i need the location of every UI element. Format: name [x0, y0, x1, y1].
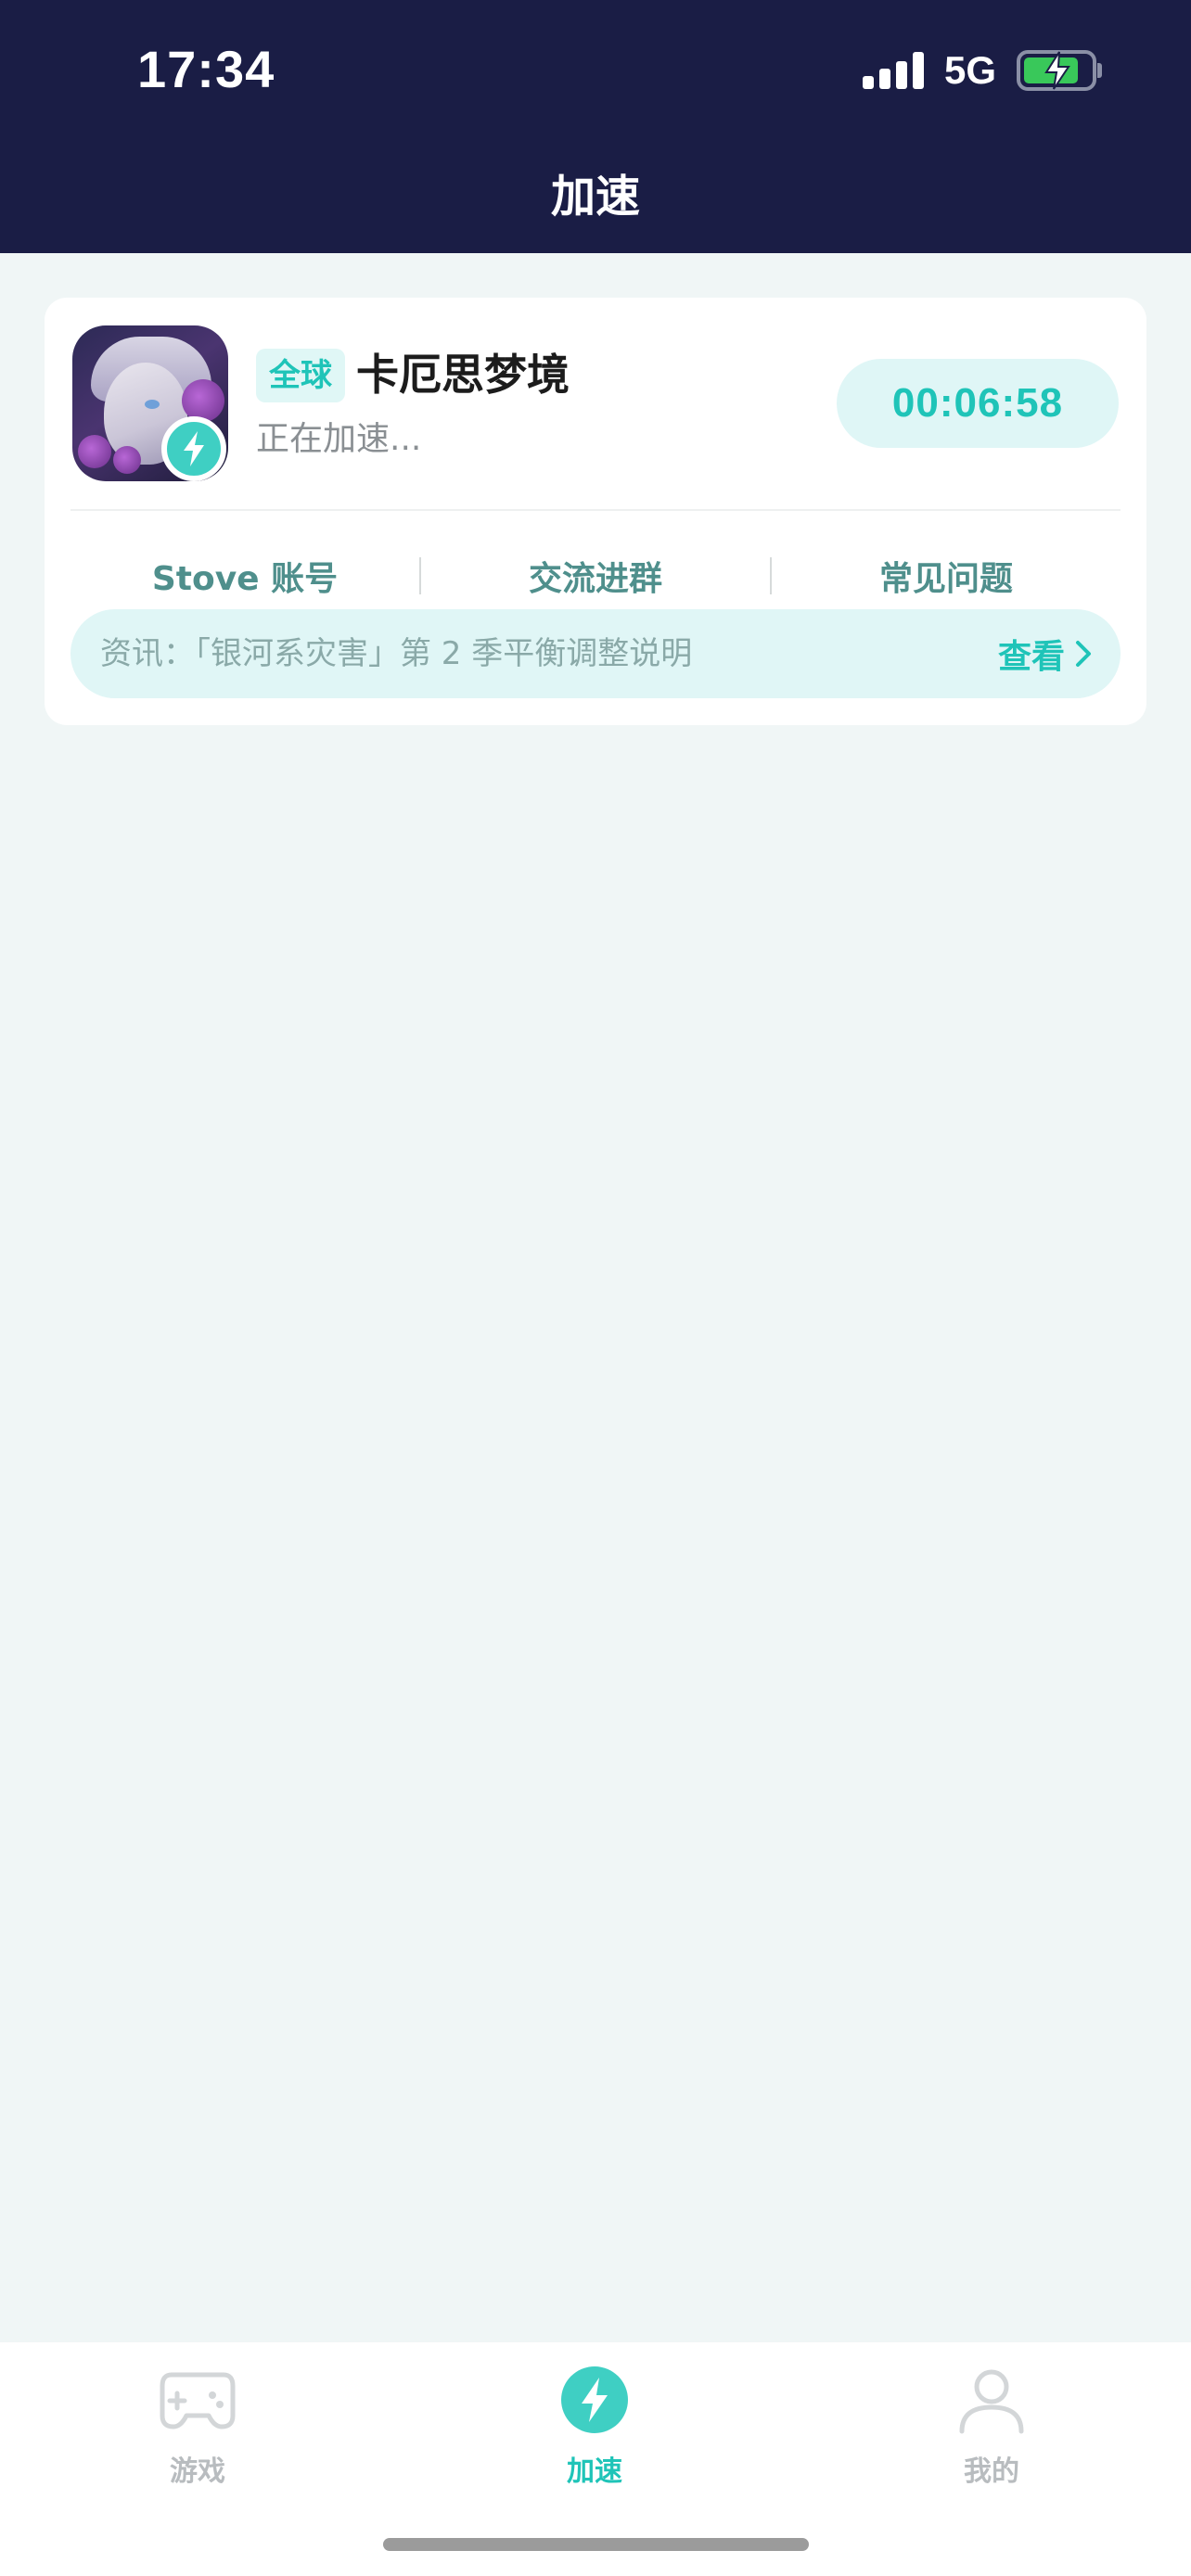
battery-icon — [1017, 50, 1102, 91]
news-view-label: 查看 — [997, 638, 1065, 676]
news-banner[interactable]: 资讯：「银河系灾害」第 2 季平衡调整说明 查看 — [70, 609, 1121, 698]
tab-boost[interactable]: 加速 — [502, 2361, 687, 2500]
signal-icon — [862, 52, 924, 89]
quick-links: Stove 账号 交流进群 常见问题 — [70, 535, 1121, 617]
divider — [70, 509, 1121, 511]
game-status: 正在加速... — [256, 420, 422, 458]
region-tag: 全球 — [256, 349, 345, 402]
tab-boost-label: 加速 — [567, 2455, 622, 2488]
app-screen: 17:34 5G 加速 全球 卡厄思梦境 正在加速... 00:06:58 St… — [0, 0, 1191, 2576]
game-card[interactable]: 全球 卡厄思梦境 正在加速... 00:06:58 Stove 账号 交流进群 … — [45, 298, 1146, 725]
tab-mine-label: 我的 — [964, 2455, 1019, 2488]
tab-mine[interactable]: 我的 — [899, 2361, 1084, 2500]
faq-link[interactable]: 常见问题 — [772, 552, 1121, 600]
tab-games-label: 游戏 — [170, 2455, 225, 2488]
network-type: 5G — [943, 48, 996, 92]
status-icons: 5G — [862, 45, 1102, 96]
game-name: 卡厄思梦境 — [356, 350, 570, 400]
person-icon — [953, 2361, 1031, 2439]
header: 17:34 5G 加速 — [0, 0, 1191, 253]
gamepad-icon — [159, 2361, 237, 2439]
join-group-link[interactable]: 交流进群 — [421, 552, 770, 600]
lightning-icon — [556, 2361, 634, 2439]
news-view-button[interactable]: 查看 — [998, 609, 1093, 698]
status-time: 17:34 — [137, 40, 275, 98]
boost-timer[interactable]: 00:06:58 — [837, 359, 1119, 448]
chevron-right-icon — [1076, 641, 1091, 667]
lightning-icon — [161, 416, 226, 481]
news-text: 资讯：「银河系灾害」第 2 季平衡调整说明 — [100, 635, 693, 672]
tab-games[interactable]: 游戏 — [105, 2361, 290, 2500]
stove-account-link[interactable]: Stove 账号 — [70, 552, 419, 600]
home-indicator[interactable] — [383, 2538, 809, 2551]
page-title: 加速 — [550, 171, 640, 223]
